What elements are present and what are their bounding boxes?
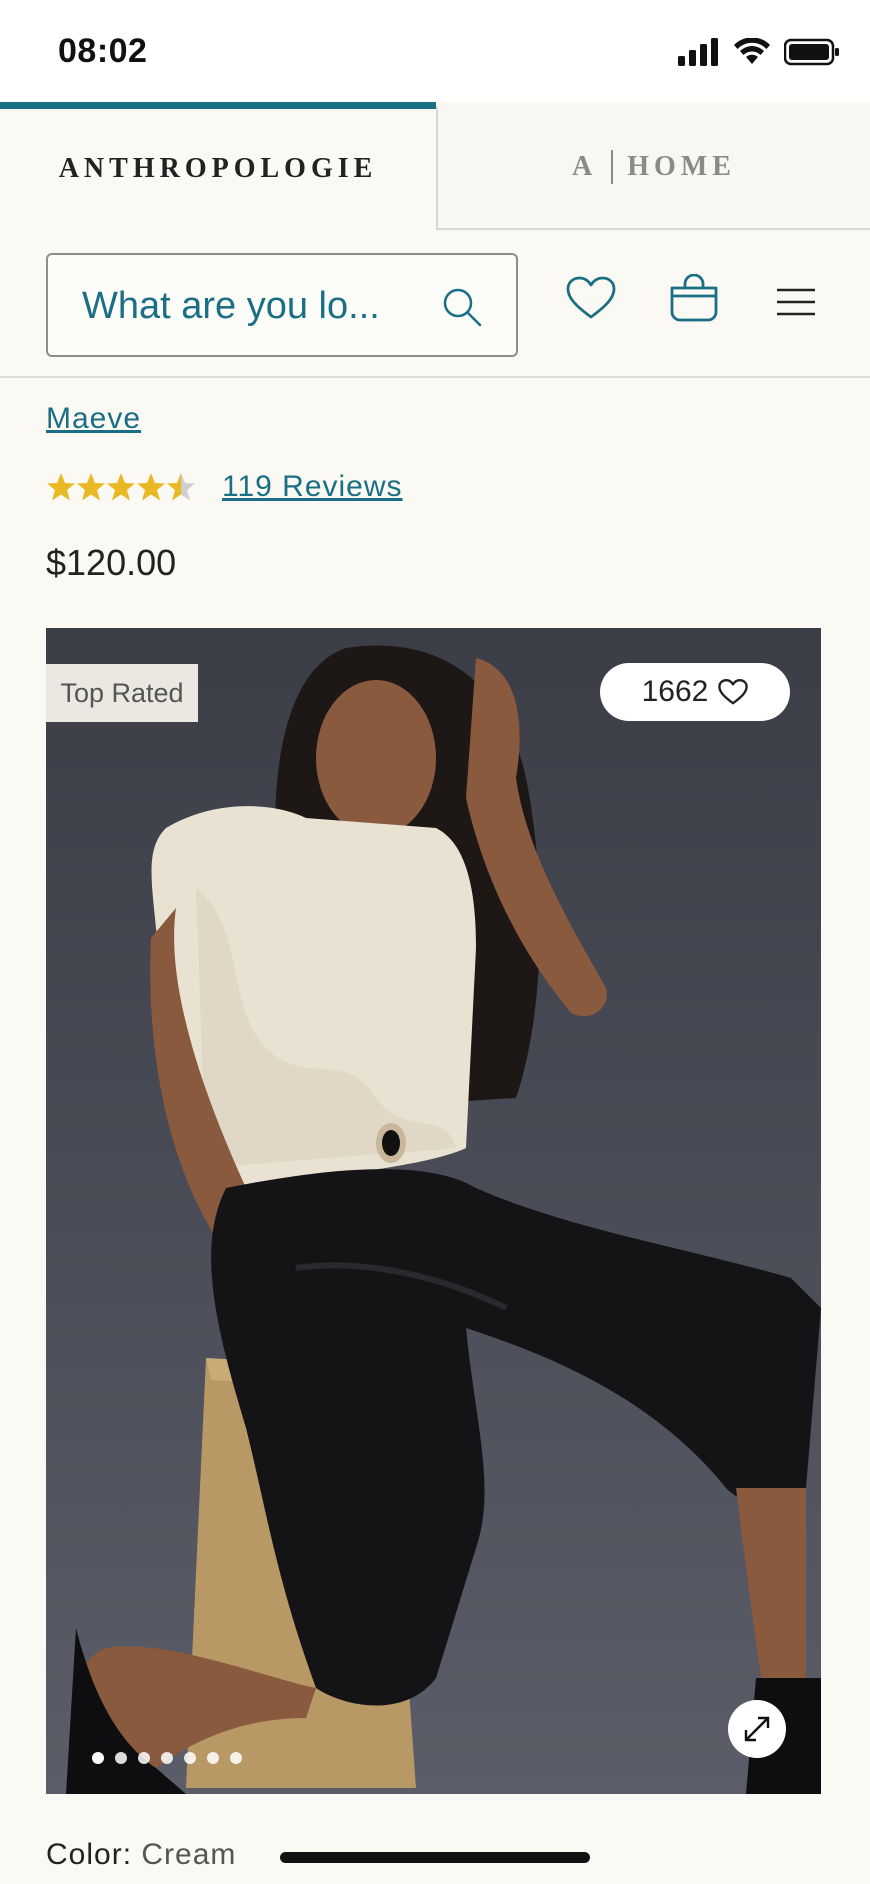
top-rated-badge: Top Rated — [46, 664, 198, 722]
carousel-dot[interactable] — [138, 1752, 150, 1764]
carousel-dot[interactable] — [230, 1752, 242, 1764]
cellular-signal-icon — [678, 38, 718, 66]
heart-icon[interactable] — [566, 276, 616, 320]
battery-icon — [784, 38, 839, 66]
color-value: Cream — [141, 1838, 237, 1871]
home-indicator[interactable] — [280, 1852, 590, 1863]
anthropologie-logo: ANTHROPOLOGIE — [58, 152, 378, 184]
tab-anthropologie-home[interactable]: A HOME — [436, 106, 870, 230]
rating-row: 119 Reviews — [46, 470, 403, 504]
carousel-dot[interactable] — [115, 1752, 127, 1764]
star-icon — [107, 473, 135, 501]
heart-icon — [718, 679, 749, 705]
likes-count: 1662 — [641, 675, 709, 708]
search-input[interactable] — [82, 283, 422, 329]
star-rating — [47, 473, 195, 501]
expand-icon — [744, 1716, 770, 1742]
carousel-dots — [92, 1752, 242, 1764]
search-icon[interactable] — [440, 285, 484, 329]
home-logo-word: HOME — [627, 151, 736, 182]
color-label: Color: — [46, 1838, 133, 1871]
status-bar: 08:02 — [0, 0, 870, 104]
tab-anthropologie[interactable]: ANTHROPOLOGIE — [0, 102, 436, 228]
star-icon — [137, 473, 165, 501]
likes-button[interactable]: 1662 — [600, 663, 790, 721]
carousel-dot[interactable] — [161, 1752, 173, 1764]
hamburger-menu-icon[interactable] — [776, 288, 816, 316]
carousel-dot[interactable] — [207, 1752, 219, 1764]
search-box[interactable] — [46, 253, 518, 357]
wifi-icon — [734, 38, 770, 64]
reviews-link[interactable]: 119 Reviews — [222, 470, 403, 504]
expand-button[interactable] — [728, 1700, 786, 1758]
star-icon — [77, 473, 105, 501]
product-price: $120.00 — [46, 542, 177, 583]
shopping-bag-icon[interactable] — [668, 274, 720, 322]
product-image[interactable]: Top Rated 1662 — [46, 628, 821, 1794]
logo-divider — [611, 150, 614, 184]
star-icon — [47, 473, 75, 501]
home-logo-letter: A — [572, 151, 598, 182]
color-selector-label: Color: Cream — [46, 1838, 236, 1872]
brand-link[interactable]: Maeve — [46, 402, 141, 436]
home-logo: A HOME — [572, 150, 736, 184]
carousel-dot[interactable] — [184, 1752, 196, 1764]
half-star-icon — [167, 473, 195, 501]
header — [0, 228, 870, 378]
brand-tabs: ANTHROPOLOGIE A HOME — [0, 102, 870, 230]
carousel-dot[interactable] — [92, 1752, 104, 1764]
product-photo-illustration — [66, 645, 821, 1794]
status-time: 08:02 — [58, 32, 148, 70]
status-icons — [678, 38, 840, 66]
